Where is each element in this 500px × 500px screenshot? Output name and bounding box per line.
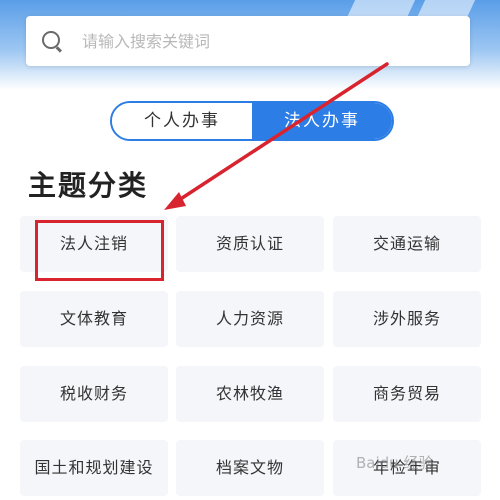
annotation-arrow	[164, 62, 389, 210]
watermark: Baidu 经验	[356, 454, 434, 472]
